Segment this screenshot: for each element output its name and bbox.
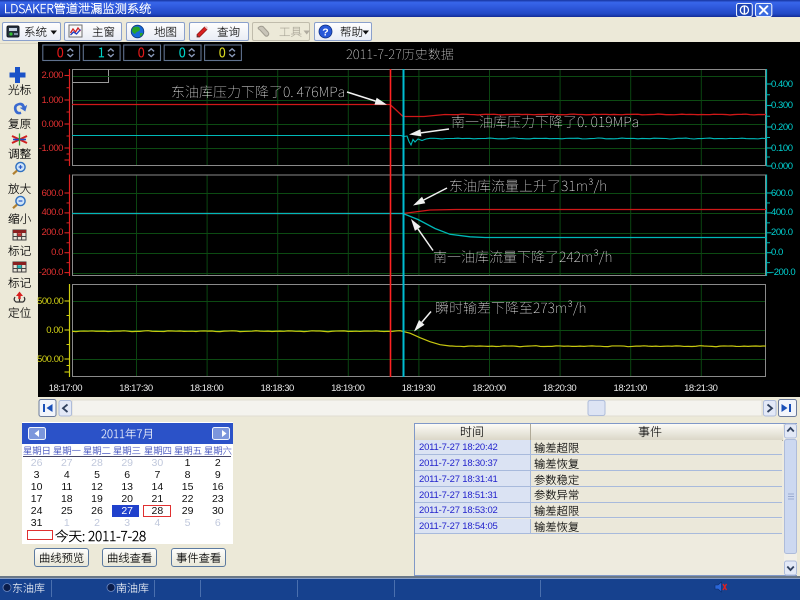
svg-text:?: ? bbox=[322, 26, 328, 38]
